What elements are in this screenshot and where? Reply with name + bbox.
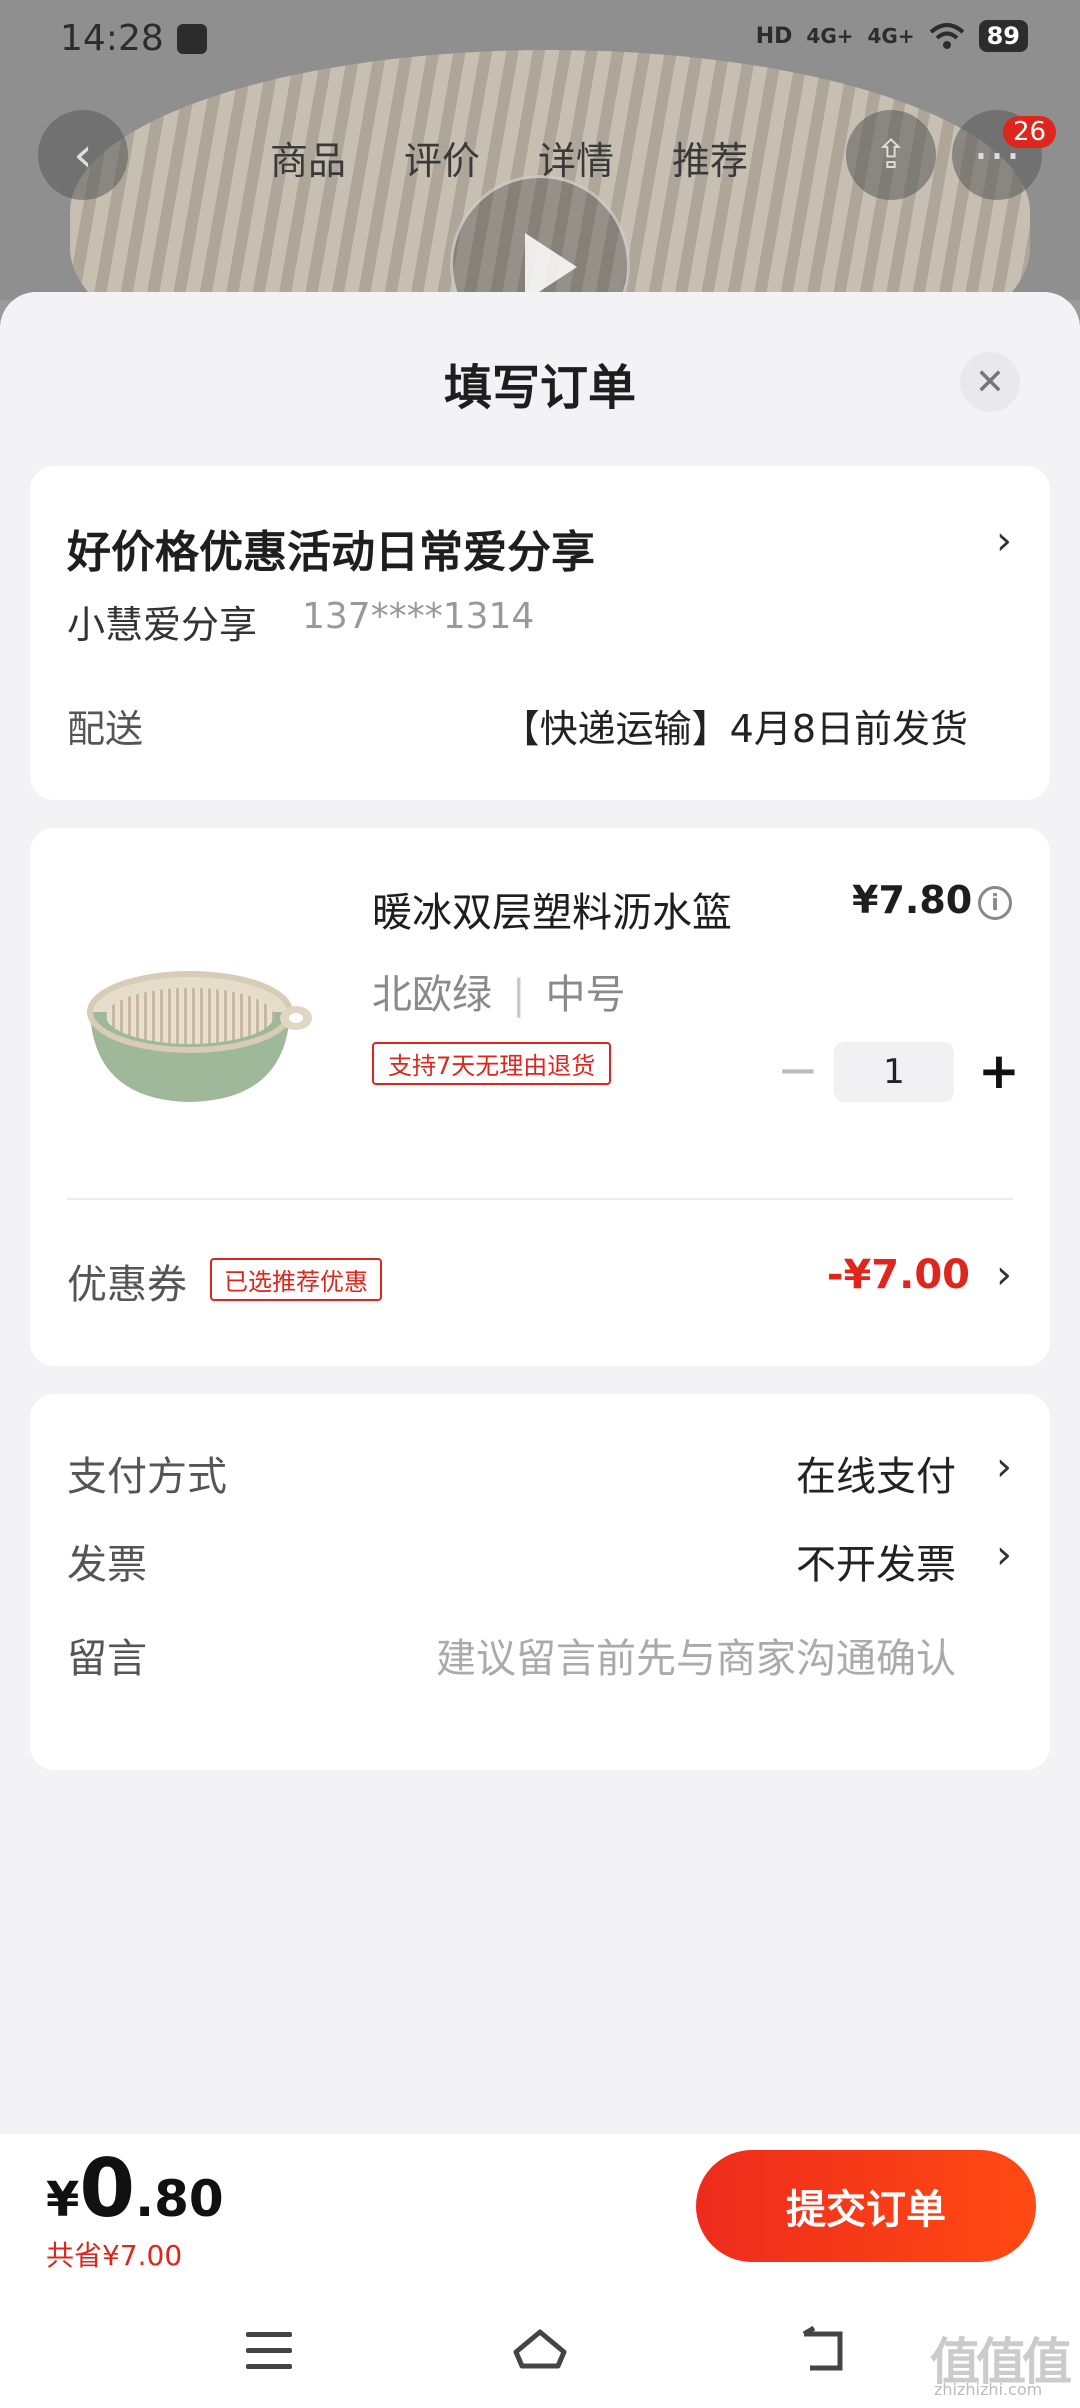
spec-separator: |: [512, 972, 526, 1018]
recipient-phone: 137****1314: [302, 596, 535, 637]
signal-icon: 4G+: [806, 24, 854, 48]
status-time: 14:28: [60, 18, 164, 59]
product-size: 中号: [545, 972, 626, 1018]
total-price: ¥0.80: [46, 2142, 224, 2235]
tab-goods[interactable]: 商品: [270, 130, 346, 185]
product-image: [87, 971, 312, 1102]
chevron-right-icon[interactable]: ›: [996, 1532, 1012, 1578]
tab-details[interactable]: 详情: [538, 130, 614, 185]
total-decimal: .80: [135, 2170, 224, 2228]
quantity-increase-button[interactable]: +: [974, 1042, 1024, 1102]
coupon-tag: 已选推荐优惠: [210, 1258, 382, 1301]
submit-order-button[interactable]: 提交订单: [696, 2150, 1036, 2262]
currency-symbol: ¥: [46, 2172, 80, 2228]
status-bar: 14:28 HD 4G+ 4G+ 89: [0, 0, 1080, 80]
message-label: 留言: [67, 1636, 147, 1682]
hd-icon: HD: [755, 23, 793, 49]
divider: [67, 1198, 1013, 1200]
tab-recommend[interactable]: 推荐: [672, 130, 748, 185]
product-price: ¥7.80: [852, 878, 973, 922]
system-navigation: [0, 2312, 1080, 2408]
background-tabs: 商品 评价 详情 推荐: [270, 130, 748, 185]
status-icons: HD 4G+ 4G+ 89: [756, 20, 1028, 52]
coupon-amount[interactable]: -¥7.00: [827, 1252, 970, 1298]
back-icon[interactable]: [798, 2326, 850, 2376]
product-color: 北欧绿: [372, 972, 492, 1018]
menu-icon[interactable]: [246, 2332, 292, 2372]
shipping-label: 配送: [67, 707, 144, 751]
invoice-label: 发票: [67, 1542, 147, 1588]
address-title: 好价格优惠活动日常爱分享: [67, 527, 595, 578]
tab-reviews[interactable]: 评价: [404, 130, 480, 185]
wifi-icon: [929, 23, 964, 49]
product-spec: 北欧绿 | 中号: [372, 962, 625, 1020]
close-button[interactable]: ✕: [960, 352, 1020, 412]
sheet-title: 填写订单: [443, 360, 636, 416]
payment-method-value[interactable]: 在线支付: [796, 1444, 956, 1502]
payment-method-label: 支付方式: [67, 1454, 227, 1500]
saved-amount: 共省¥7.00: [46, 2239, 183, 2272]
chevron-right-icon[interactable]: ›: [996, 1444, 1012, 1490]
invoice-value[interactable]: 不开发票: [796, 1532, 956, 1590]
recipient-name: 小慧爱分享: [67, 603, 258, 647]
close-icon: ✕: [974, 361, 1006, 403]
more-badge: 26: [1003, 116, 1057, 148]
notification-icon: [177, 24, 207, 54]
watermark-url: zhizhizhi.com: [934, 2380, 1043, 2399]
product-card: 暖冰双层塑料沥水篮 ¥7.80 i 北欧绿 | 中号 支持7天无理由退货 − 1 +…: [30, 828, 1050, 1366]
address-card[interactable]: 好价格优惠活动日常爱分享 › 小慧爱分享 137****1314 配送 【快递运…: [30, 466, 1050, 800]
share-icon[interactable]: ⇪: [846, 110, 936, 200]
background-nav-bar: ‹ 商品 评价 详情 推荐 ⇪ ⋯: [0, 110, 1080, 210]
shipping-value: 【快递运输】4月8日前发货: [501, 707, 968, 751]
quantity-input[interactable]: 1: [834, 1042, 954, 1102]
return-policy-badge: 支持7天无理由退货: [372, 1042, 612, 1085]
total-integer: 0: [79, 2142, 136, 2235]
battery-icon: 89: [978, 20, 1028, 52]
info-icon[interactable]: i: [978, 886, 1012, 920]
coupon-label: 优惠券: [67, 1262, 187, 1308]
product-name: 暖冰双层塑料沥水篮: [372, 890, 732, 936]
quantity-decrease-button[interactable]: −: [776, 1045, 820, 1095]
message-input[interactable]: 建议留言前先与商家沟通确认: [436, 1626, 956, 1684]
chevron-right-icon: ›: [996, 518, 1012, 564]
chevron-right-icon[interactable]: ›: [996, 1252, 1012, 1298]
home-icon[interactable]: [510, 2326, 570, 2376]
bottom-bar: ¥0.80 共省¥7.00 提交订单: [0, 2134, 1080, 2408]
back-arrow-icon[interactable]: ‹: [38, 110, 128, 200]
payment-card: 支付方式 在线支付 › 发票 不开发票 › 留言 建议留言前先与商家沟通确认: [30, 1394, 1050, 1770]
signal-icon-2: 4G+: [867, 24, 915, 48]
order-sheet: 填写订单 ✕ 好价格优惠活动日常爱分享 › 小慧爱分享 137****1314 …: [0, 292, 1080, 2408]
